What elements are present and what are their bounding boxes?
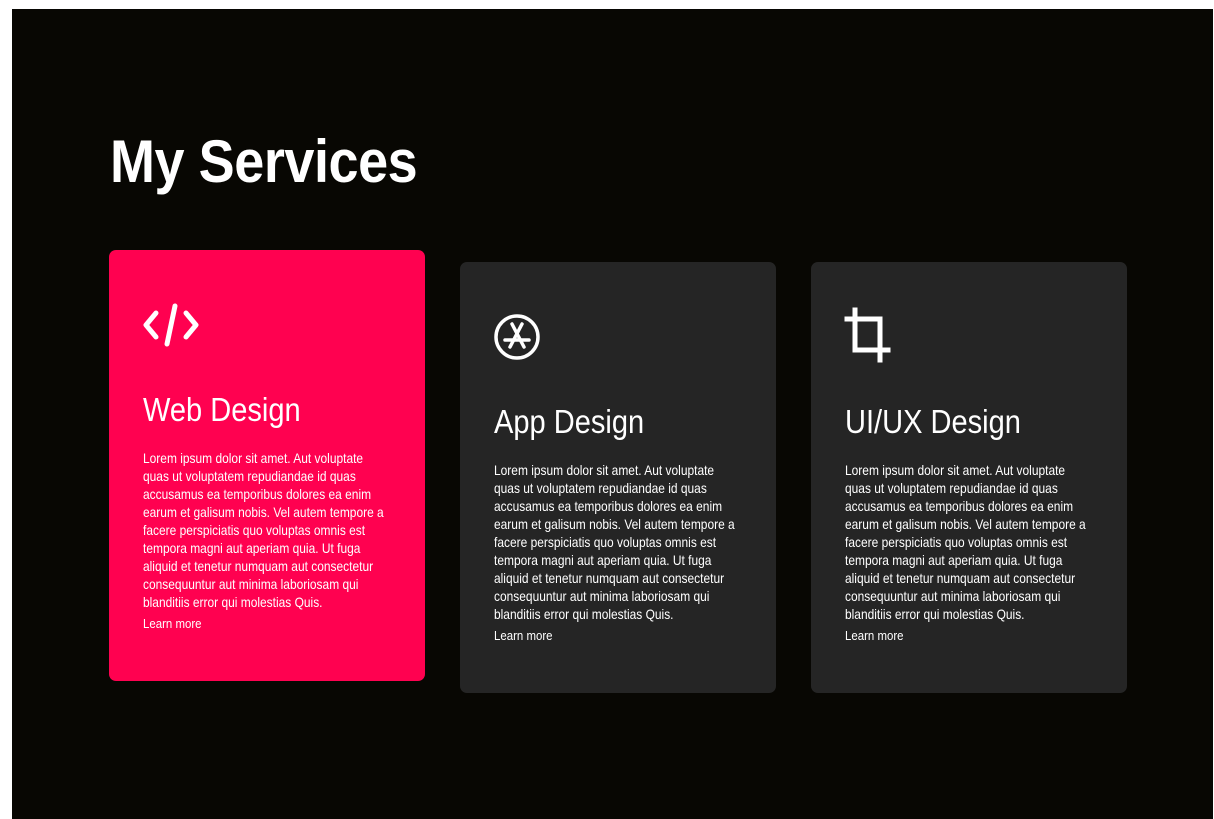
card-description: Lorem ipsum dolor sit amet. Aut voluptat… — [845, 463, 1086, 622]
learn-more-link[interactable]: Learn more — [494, 628, 553, 644]
card-title: Web Design — [143, 391, 301, 428]
card-title: App Design — [494, 403, 645, 440]
code-icon — [142, 294, 200, 356]
services-section: My Services Web Design Lorem ipsum dolor… — [12, 9, 1213, 819]
app-store-icon — [493, 306, 551, 368]
service-card-app-design[interactable]: App Design Lorem ipsum dolor sit amet. A… — [460, 262, 776, 693]
card-description: Lorem ipsum dolor sit amet. Aut voluptat… — [143, 451, 384, 610]
crop-icon — [844, 306, 902, 368]
learn-more-link[interactable]: Learn more — [143, 616, 202, 632]
learn-more-link[interactable]: Learn more — [845, 628, 904, 644]
card-description: Lorem ipsum dolor sit amet. Aut voluptat… — [494, 463, 735, 622]
section-title: My Services — [110, 128, 418, 195]
card-title: UI/UX Design — [845, 403, 1021, 440]
service-card-uiux-design[interactable]: UI/UX Design Lorem ipsum dolor sit amet.… — [811, 262, 1127, 693]
service-card-web-design[interactable]: Web Design Lorem ipsum dolor sit amet. A… — [109, 250, 425, 681]
